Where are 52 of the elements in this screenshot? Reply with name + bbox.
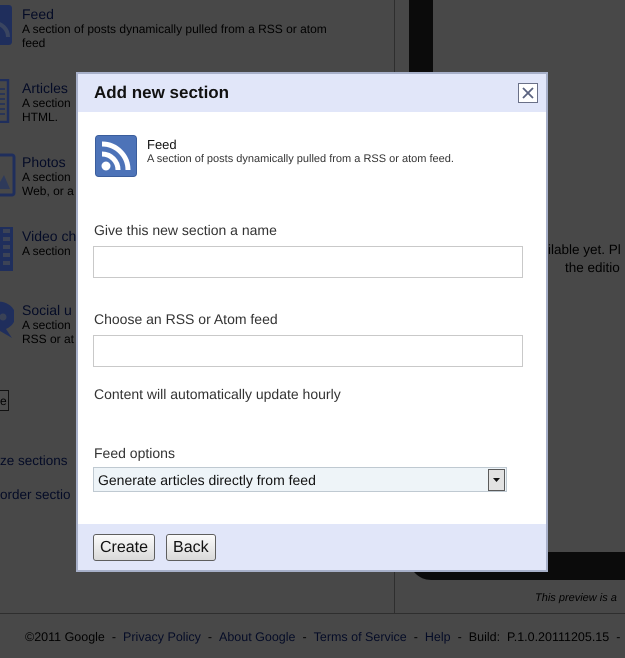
- film-strip-icon: [0, 227, 13, 271]
- preview-message: ilable yet. Pl: [548, 241, 621, 259]
- footer-link[interactable]: Terms of Service: [314, 630, 407, 644]
- document-icon: [0, 79, 10, 123]
- rss-icon: [95, 135, 137, 177]
- section-description: A section of posts dynamically pulled from a RSS or atom: [22, 22, 327, 36]
- dash-separator: -: [112, 630, 116, 644]
- section-description: A section: [22, 318, 71, 332]
- dash-separator: -: [616, 630, 620, 644]
- section-title: Video ch: [22, 228, 76, 244]
- dash-separator: -: [414, 630, 418, 644]
- cut-off-button[interactable]: e: [0, 390, 9, 411]
- close-icon: [522, 87, 534, 99]
- section-type-description: A section of posts dynamically pulled from a RSS or atom feed.: [147, 152, 454, 166]
- preview-caption: This preview is a: [535, 591, 617, 605]
- dash-separator: -: [208, 630, 212, 644]
- section-description: feed: [22, 36, 46, 50]
- section-title: Feed: [22, 6, 54, 22]
- section-description: A section: [22, 170, 71, 184]
- dialog-title: Add new section: [94, 83, 230, 103]
- section-description: HTML.: [22, 110, 58, 124]
- text-input[interactable]: [93, 246, 523, 278]
- sidebar-link[interactable]: order sectio: [0, 487, 71, 503]
- speech-bubble-icon: [0, 301, 14, 339]
- section-title: Photos: [22, 154, 66, 170]
- dash-separator: -: [458, 630, 462, 644]
- section-description: RSS or at: [22, 332, 74, 346]
- field-label: Choose an RSS or Atom feed: [93, 311, 278, 327]
- footer-link[interactable]: Help: [424, 630, 451, 644]
- section-description: A section: [22, 244, 71, 258]
- dialog-button[interactable]: Back: [166, 534, 216, 561]
- footer-link[interactable]: About Google: [219, 630, 296, 644]
- dialog-button[interactable]: Create: [93, 534, 156, 561]
- section-title: Articles: [22, 80, 68, 96]
- field-label: Feed options: [93, 445, 175, 461]
- footer-link[interactable]: Privacy Policy: [123, 630, 201, 644]
- section-type-title: Feed: [147, 137, 177, 152]
- feed-options-select[interactable]: Generate articles directly from feed: [93, 467, 507, 492]
- dash-separator: -: [302, 630, 307, 644]
- close-button[interactable]: [518, 83, 538, 103]
- field-label: Give this new section a name: [93, 222, 277, 238]
- section-description: A section: [22, 96, 71, 110]
- text-input[interactable]: [93, 335, 523, 367]
- footer-text: ©2011 Google: [25, 630, 105, 644]
- info-note: Content will automatically update hourly: [93, 386, 341, 402]
- sidebar-link[interactable]: ze sections: [0, 453, 68, 469]
- preview-message: the editio: [565, 259, 620, 277]
- picture-icon: [0, 153, 16, 197]
- rss-icon: [0, 5, 12, 45]
- footer-text: Build: P.1.0.20111205.15: [468, 630, 610, 644]
- section-title: Social u: [22, 302, 72, 318]
- section-description: Web, or a: [22, 184, 74, 198]
